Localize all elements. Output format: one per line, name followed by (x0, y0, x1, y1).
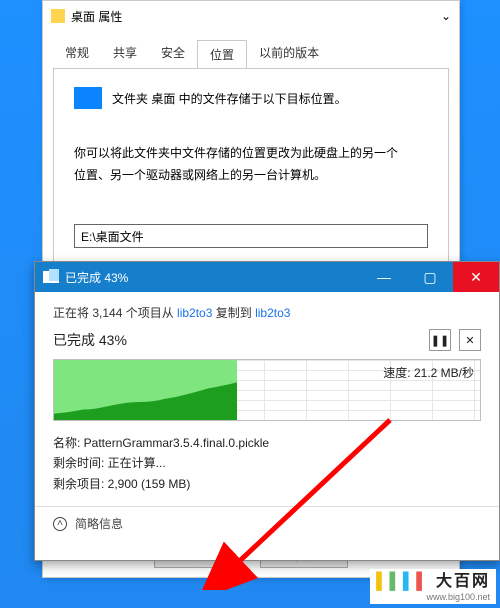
copy-status-text: 已完成 43% (53, 330, 421, 350)
copying-mid: 复制到 (212, 306, 255, 320)
tab-location[interactable]: 位置 (197, 40, 247, 69)
detail-name-label: 名称: (53, 436, 84, 450)
copy-details: 名称: PatternGrammar3.5.4.final.0.pickle 剩… (53, 433, 481, 494)
copy-source-link[interactable]: lib2to3 (177, 306, 212, 320)
close-button[interactable]: ✕ (453, 262, 499, 292)
watermark-brand: ▌▌▌▌ 大百网 (376, 573, 490, 591)
copy-progress-window: 已完成 43% — ▢ ✕ 正在将 3,144 个项目从 lib2to3 复制到… (34, 261, 500, 561)
tab-general[interactable]: 常规 (53, 39, 101, 68)
copy-window-controls: — ▢ ✕ (361, 262, 499, 292)
copy-dest-link[interactable]: lib2to3 (255, 306, 290, 320)
detail-left: 剩余项目: 2,900 (159 MB) (53, 474, 481, 494)
folder-info-text: 文件夹 桌面 中的文件存储于以下目标位置。 (112, 90, 347, 107)
location-explain-line2: 位置、另一个驱动器或网络上的另一台计算机。 (74, 165, 428, 187)
properties-help-icon[interactable]: ⌄ (441, 9, 451, 23)
detail-name-value: PatternGrammar3.5.4.final.0.pickle (84, 436, 269, 450)
tab-sharing[interactable]: 共享 (101, 39, 149, 68)
brief-info-toggle[interactable]: ˄ 简略信息 (53, 515, 481, 532)
location-path-input[interactable] (74, 224, 428, 248)
copy-status-row: 已完成 43% ❚❚ ✕ (53, 329, 481, 351)
detail-left-value: 2,900 (159 MB) (108, 477, 191, 491)
copy-title-text: 已完成 43% (65, 269, 361, 286)
copy-titlebar: 已完成 43% — ▢ ✕ (35, 262, 499, 292)
pause-button[interactable]: ❚❚ (429, 329, 451, 351)
desktop-folder-icon (74, 87, 102, 109)
transfer-speed-label: 速度: 21.2 MB/秒 (383, 364, 474, 381)
tab-previous[interactable]: 以前的版本 (247, 39, 331, 68)
folder-info-row: 文件夹 桌面 中的文件存储于以下目标位置。 (68, 87, 434, 123)
location-explain-line1: 你可以将此文件夹中文件存储的位置更改为此硬盘上的另一个 (74, 143, 428, 165)
watermark-url: www.big100.net (376, 592, 490, 602)
detail-time: 剩余时间: 正在计算... (53, 453, 481, 473)
watermark-brand-text: 大百网 (436, 573, 490, 590)
copy-body: 正在将 3,144 个项目从 lib2to3 复制到 lib2to3 已完成 4… (35, 292, 499, 560)
properties-title: 桌面 属性 (71, 8, 441, 25)
properties-titlebar: 桌面 属性 ⌄ (43, 1, 459, 31)
chevron-up-icon: ˄ (53, 517, 67, 531)
stop-button[interactable]: ✕ (459, 329, 481, 351)
maximize-button[interactable]: ▢ (407, 262, 453, 292)
separator (35, 506, 499, 507)
detail-left-label: 剩余项目: (53, 477, 108, 491)
brief-info-label: 简略信息 (75, 515, 123, 532)
folder-icon (51, 9, 65, 23)
detail-name: 名称: PatternGrammar3.5.4.final.0.pickle (53, 433, 481, 453)
copy-from-to-line: 正在将 3,144 个项目从 lib2to3 复制到 lib2to3 (53, 304, 481, 321)
tab-security[interactable]: 安全 (149, 39, 197, 68)
detail-time-label: 剩余时间: (53, 456, 108, 470)
copying-prefix: 正在将 3,144 个项目从 (53, 306, 177, 320)
location-explain: 你可以将此文件夹中文件存储的位置更改为此硬盘上的另一个 位置、另一个驱动器或网络… (68, 123, 434, 186)
location-path-wrap (74, 224, 428, 248)
watermark: ▌▌▌▌ 大百网 www.big100.net (370, 569, 496, 604)
transfer-graph: 速度: 21.2 MB/秒 (53, 359, 481, 421)
detail-time-value: 正在计算... (108, 456, 166, 470)
minimize-button[interactable]: — (361, 262, 407, 292)
properties-tabs: 常规 共享 安全 位置 以前的版本 (43, 31, 459, 68)
transfer-rate-curve (54, 378, 237, 420)
copy-icon (43, 271, 59, 283)
